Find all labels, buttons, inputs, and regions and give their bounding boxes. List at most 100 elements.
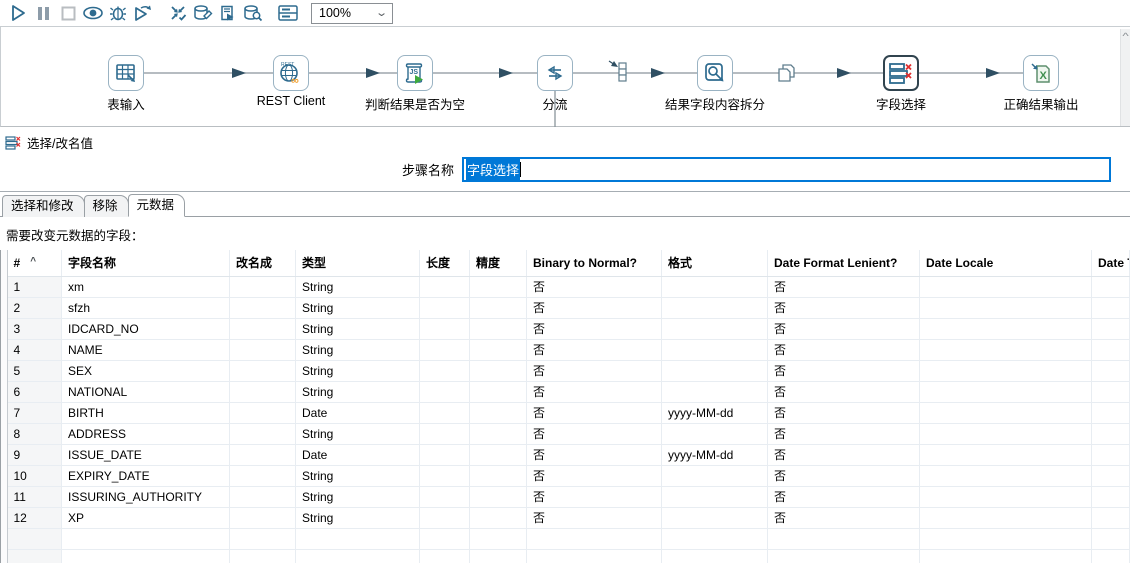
- table-cell[interactable]: NATIONAL: [61, 381, 230, 403]
- table-cell[interactable]: 否: [767, 297, 920, 319]
- table-cell[interactable]: 否: [526, 276, 662, 298]
- table-cell[interactable]: [1091, 444, 1130, 466]
- table-cell[interactable]: 否: [526, 507, 662, 529]
- table-cell[interactable]: [919, 339, 1092, 361]
- empty-cell[interactable]: [661, 549, 768, 563]
- row-number-cell[interactable]: 7: [7, 402, 62, 424]
- empty-cell[interactable]: [1091, 549, 1130, 563]
- canvas-vertical-scrollbar[interactable]: ^: [1120, 29, 1130, 126]
- table-cell[interactable]: 否: [767, 318, 920, 340]
- step-switch[interactable]: 分流: [495, 55, 615, 113]
- table-cell[interactable]: EXPIRY_DATE: [61, 465, 230, 487]
- preview-icon[interactable]: [81, 2, 105, 24]
- table-cell[interactable]: [469, 318, 527, 340]
- table-cell[interactable]: 否: [526, 402, 662, 424]
- table-cell[interactable]: 否: [767, 360, 920, 382]
- table-cell[interactable]: [419, 507, 470, 529]
- table-cell[interactable]: yyyy-MM-dd: [661, 402, 768, 424]
- table-cell[interactable]: Date: [295, 444, 420, 466]
- table-cell[interactable]: [229, 486, 296, 508]
- table-cell[interactable]: sfzh: [61, 297, 230, 319]
- table-cell[interactable]: [661, 507, 768, 529]
- column-header[interactable]: 字段名称: [61, 250, 230, 277]
- table-cell[interactable]: [661, 318, 768, 340]
- transformation-canvas[interactable]: 表输入 REST ∞ REST Client JS 判断结果是否为空 分流 结果字段内容拆分 字…: [0, 27, 1130, 127]
- execution-results-icon[interactable]: [276, 2, 300, 24]
- table-cell[interactable]: [469, 423, 527, 445]
- table-cell[interactable]: [1091, 360, 1130, 382]
- step-rest-client[interactable]: REST ∞ REST Client: [231, 55, 351, 108]
- table-cell[interactable]: [661, 423, 768, 445]
- table-cell[interactable]: [469, 507, 527, 529]
- empty-cell[interactable]: [469, 549, 527, 563]
- empty-cell[interactable]: [7, 549, 62, 563]
- verify-transformation-icon[interactable]: [166, 2, 190, 24]
- zoom-level-combo[interactable]: 100% ⌄: [311, 2, 393, 24]
- table-cell[interactable]: 否: [526, 360, 662, 382]
- empty-cell[interactable]: [526, 528, 662, 550]
- table-cell[interactable]: IDCARD_NO: [61, 318, 230, 340]
- step-select-values[interactable]: 字段选择: [841, 55, 961, 113]
- row-number-cell[interactable]: 2: [7, 297, 62, 319]
- table-cell[interactable]: [1091, 507, 1130, 529]
- table-cell[interactable]: NAME: [61, 339, 230, 361]
- table-cell[interactable]: 否: [767, 444, 920, 466]
- empty-cell[interactable]: [767, 528, 920, 550]
- table-cell[interactable]: Date: [295, 402, 420, 424]
- table-cell[interactable]: [661, 486, 768, 508]
- table-cell[interactable]: 否: [767, 507, 920, 529]
- empty-cell[interactable]: [767, 549, 920, 563]
- column-header[interactable]: 类型: [295, 250, 420, 277]
- table-cell[interactable]: [919, 444, 1092, 466]
- empty-cell[interactable]: [295, 528, 420, 550]
- debug-icon[interactable]: [106, 2, 130, 24]
- table-cell[interactable]: String: [295, 486, 420, 508]
- table-cell[interactable]: [661, 465, 768, 487]
- table-cell[interactable]: [469, 402, 527, 424]
- table-cell[interactable]: [469, 339, 527, 361]
- table-cell[interactable]: [1091, 402, 1130, 424]
- empty-cell[interactable]: [61, 549, 230, 563]
- table-cell[interactable]: [419, 297, 470, 319]
- table-cell[interactable]: [919, 297, 1092, 319]
- stop-icon[interactable]: [56, 2, 80, 24]
- empty-cell[interactable]: [919, 549, 1092, 563]
- empty-cell[interactable]: [419, 549, 470, 563]
- table-cell[interactable]: [419, 276, 470, 298]
- empty-cell[interactable]: [7, 528, 62, 550]
- table-cell[interactable]: [469, 360, 527, 382]
- table-cell[interactable]: 否: [767, 402, 920, 424]
- row-number-cell[interactable]: 3: [7, 318, 62, 340]
- table-cell[interactable]: [469, 465, 527, 487]
- table-cell[interactable]: [419, 465, 470, 487]
- table-cell[interactable]: XP: [61, 507, 230, 529]
- row-number-cell[interactable]: 5: [7, 360, 62, 382]
- generate-sql-icon[interactable]: [216, 2, 240, 24]
- tab-移除[interactable]: 移除: [83, 195, 129, 217]
- table-cell[interactable]: [419, 486, 470, 508]
- table-cell[interactable]: [919, 402, 1092, 424]
- tab-选择和修改[interactable]: 选择和修改: [2, 195, 85, 217]
- table-cell[interactable]: ISSUE_DATE: [61, 444, 230, 466]
- row-number-cell[interactable]: 12: [7, 507, 62, 529]
- impact-analysis-icon[interactable]: [191, 2, 215, 24]
- table-cell[interactable]: 否: [526, 486, 662, 508]
- empty-cell[interactable]: [661, 528, 768, 550]
- table-cell[interactable]: xm: [61, 276, 230, 298]
- table-cell[interactable]: [419, 402, 470, 424]
- table-cell[interactable]: String: [295, 507, 420, 529]
- step-javascript[interactable]: JS 判断结果是否为空: [355, 55, 475, 113]
- table-cell[interactable]: String: [295, 423, 420, 445]
- run-icon[interactable]: [6, 2, 30, 24]
- table-cell[interactable]: 否: [526, 465, 662, 487]
- table-cell[interactable]: String: [295, 318, 420, 340]
- empty-cell[interactable]: [526, 549, 662, 563]
- table-cell[interactable]: 否: [767, 276, 920, 298]
- table-cell[interactable]: String: [295, 339, 420, 361]
- table-cell[interactable]: 否: [767, 423, 920, 445]
- table-cell[interactable]: [919, 276, 1092, 298]
- table-cell[interactable]: 否: [526, 381, 662, 403]
- table-cell[interactable]: [469, 444, 527, 466]
- table-cell[interactable]: ADDRESS: [61, 423, 230, 445]
- step-table-input[interactable]: 表输入: [66, 55, 186, 113]
